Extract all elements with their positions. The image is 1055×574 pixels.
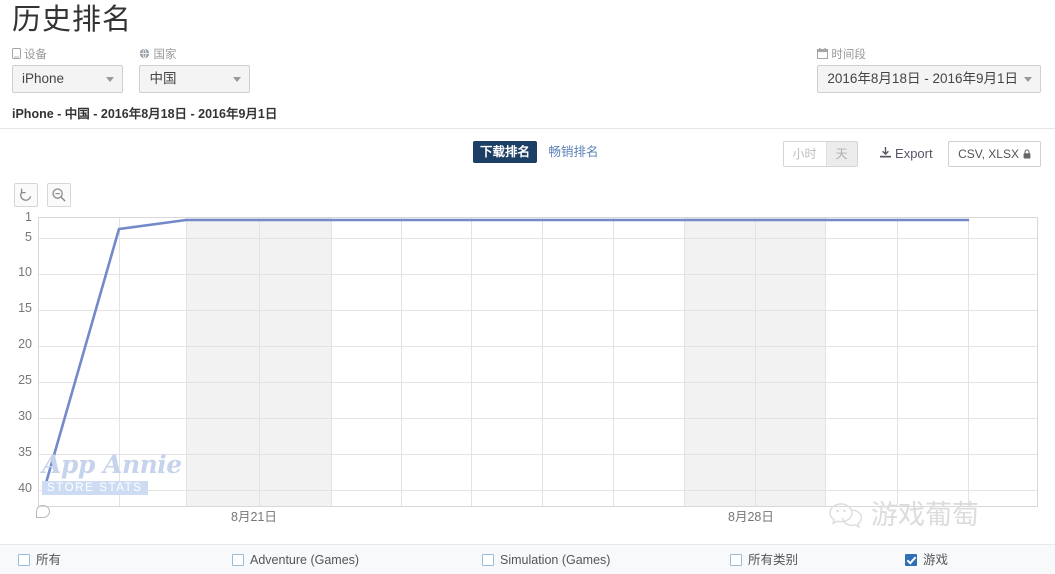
daterange-select[interactable]: 2016年8月18日 - 2016年9月1日 <box>817 65 1041 93</box>
calendar-icon <box>817 48 829 63</box>
y-tick-25: 25 <box>18 373 32 387</box>
country-filter-label: 国家 <box>139 48 250 63</box>
chart-legend: 所有 Adventure (Games) Simulation (Games) … <box>0 544 1055 574</box>
country-select-value: 中国 <box>149 71 177 86</box>
globe-icon <box>139 48 150 63</box>
rank-type-tabs: 下载排名 畅销排名 <box>473 141 605 163</box>
country-select[interactable]: 中国 <box>139 65 251 93</box>
magnifier-minus-icon <box>52 188 67 202</box>
export-label: Export <box>895 145 933 161</box>
granularity-day[interactable]: 天 <box>825 142 857 166</box>
legend-checkbox[interactable] <box>730 554 742 566</box>
device-filter-group: 设备 iPhone <box>12 48 123 93</box>
legend-label: Adventure (Games) <box>250 553 360 567</box>
daterange-select-value: 2016年8月18日 - 2016年9月1日 <box>827 71 1018 86</box>
legend-label: 所有 <box>36 553 62 567</box>
device-filter-label: 设备 <box>12 48 123 63</box>
daterange-filter-group: 时间段 2016年8月18日 - 2016年9月1日 <box>817 48 1041 93</box>
reset-arrow-icon <box>20 188 32 201</box>
daterange-filter-label-text: 时间段 <box>831 49 866 61</box>
legend-checkbox[interactable] <box>18 554 30 566</box>
legend-checkbox[interactable] <box>482 554 494 566</box>
granularity-toggle: 小时天 <box>782 141 858 167</box>
y-tick-40: 40 <box>18 481 32 495</box>
zoom-out-button[interactable] <box>47 183 72 207</box>
device-select-value: iPhone <box>22 71 65 86</box>
daterange-filter-label: 时间段 <box>817 48 1041 63</box>
filter-bar: 设备 iPhone 国家 中国 <box>12 48 262 93</box>
legend-item-simulation[interactable]: Simulation (Games) <box>482 552 610 568</box>
reset-zoom-button[interactable] <box>14 183 38 207</box>
legend-item-games[interactable]: 游戏 <box>905 552 948 568</box>
chart-plot-area[interactable] <box>38 217 1038 507</box>
y-tick-1: 1 <box>25 210 32 224</box>
csv-xlsx-button[interactable]: CSV, XLSX <box>948 141 1041 167</box>
lock-icon <box>1023 143 1031 167</box>
chevron-down-icon <box>233 77 242 82</box>
download-icon <box>880 143 892 167</box>
chart-toolbar: 小时天 Export CSV, XLSX <box>782 141 1041 167</box>
legend-item-all-categories[interactable]: 所有类别 <box>730 552 798 568</box>
csv-xlsx-label: CSV, XLSX <box>958 147 1019 161</box>
y-tick-35: 35 <box>18 445 32 459</box>
legend-checkbox[interactable] <box>232 554 244 566</box>
country-filter-label-text: 国家 <box>153 49 177 61</box>
device-filter-label-text: 设备 <box>24 49 47 61</box>
tab-grossing-rank[interactable]: 畅销排名 <box>541 141 605 163</box>
chevron-down-icon <box>106 77 114 82</box>
historical-rank-page: 历史排名 设备 iPhone 国家 中国 时间段 2016年8月18日 - 20… <box>0 0 1055 574</box>
page-title: 历史排名 <box>12 4 133 36</box>
x-tick-aug21: 8月21日 <box>231 510 277 524</box>
granularity-hour[interactable]: 小时 <box>783 142 826 166</box>
rank-series-line <box>44 218 970 485</box>
y-tick-5: 5 <box>25 230 32 244</box>
tab-download-rank[interactable]: 下载排名 <box>473 141 538 163</box>
legend-label: 游戏 <box>923 553 949 567</box>
country-filter-group: 国家 中国 <box>139 48 251 93</box>
y-tick-10: 10 <box>18 265 32 279</box>
device-icon <box>12 48 21 63</box>
y-axis: 1 5 10 15 20 25 30 35 40 <box>0 211 32 507</box>
y-tick-20: 20 <box>18 337 32 351</box>
legend-item-adventure[interactable]: Adventure (Games) <box>232 552 359 568</box>
chevron-down-icon <box>1024 77 1032 82</box>
x-tick-aug28: 8月28日 <box>728 510 774 524</box>
y-tick-15: 15 <box>18 301 32 315</box>
legend-label: 所有类别 <box>748 553 799 567</box>
export-button[interactable]: Export <box>880 142 933 167</box>
historical-rank-chart[interactable]: 1 5 10 15 20 25 30 35 40 8月21日 8月28日 <box>0 205 1055 525</box>
chart-endpoint-marker <box>36 505 50 518</box>
device-select[interactable]: iPhone <box>12 65 123 93</box>
y-tick-30: 30 <box>18 409 32 423</box>
legend-label: Simulation (Games) <box>500 553 611 567</box>
legend-checkbox[interactable] <box>905 554 917 566</box>
breadcrumb: iPhone - 中国 - 2016年8月18日 - 2016年9月1日 <box>12 107 278 121</box>
legend-item-all[interactable]: 所有 <box>18 552 61 568</box>
